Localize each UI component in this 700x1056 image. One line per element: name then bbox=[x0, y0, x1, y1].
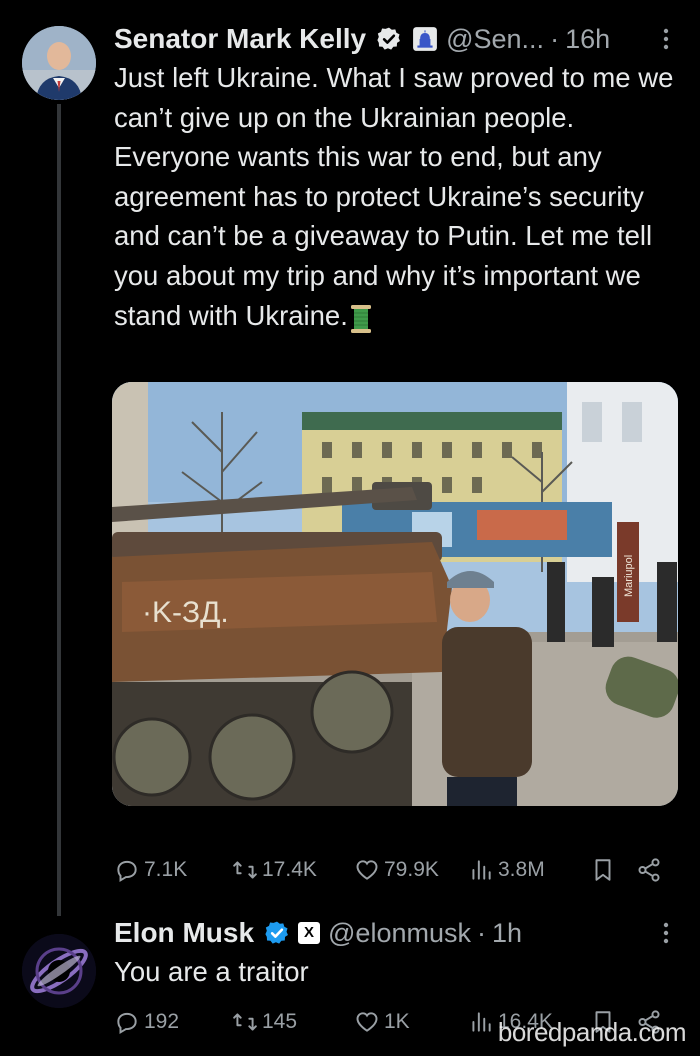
tweet-time[interactable]: 16h bbox=[565, 24, 610, 55]
author-handle[interactable]: @Sen... bbox=[446, 24, 544, 55]
tweet-text: Just left Ukraine. What I saw proved to … bbox=[114, 58, 674, 335]
tweet-header: Senator Mark Kelly @Sen... · 16h bbox=[114, 18, 610, 60]
verified-badge-icon bbox=[265, 921, 288, 944]
avatar-mark-kelly[interactable] bbox=[22, 26, 96, 100]
heart-icon bbox=[356, 1012, 378, 1032]
bookmark-button[interactable] bbox=[590, 850, 620, 890]
reply-button[interactable]: 7.1K bbox=[114, 850, 187, 890]
like-count: 1K bbox=[384, 1010, 410, 1033]
views-chart-icon bbox=[472, 860, 491, 880]
x-affiliate-badge-icon: X bbox=[298, 922, 321, 944]
tweet-text-content: Just left Ukraine. What I saw proved to … bbox=[114, 62, 674, 331]
views-button[interactable]: 3.8M bbox=[468, 850, 545, 890]
repost-icon bbox=[233, 861, 257, 879]
tweet-time[interactable]: 1h bbox=[492, 918, 522, 949]
tweet-mark-kelly[interactable]: Senator Mark Kelly @Sen... · 16h Just le… bbox=[0, 0, 700, 916]
reply-count: 192 bbox=[144, 1010, 180, 1033]
spool-of-thread-icon bbox=[350, 305, 371, 334]
reply-icon bbox=[117, 860, 137, 883]
bookmark-icon bbox=[595, 859, 611, 881]
repost-icon bbox=[233, 1013, 257, 1031]
separator-dot: · bbox=[476, 917, 486, 948]
photo-tank-kyiv: Mariupol ·K-ЗД. bbox=[112, 382, 678, 806]
verified-badge-icon bbox=[377, 27, 401, 50]
separator-dot: · bbox=[550, 23, 560, 54]
tweet-photo[interactable]: Mariupol ·K-ЗД. bbox=[112, 382, 678, 806]
more-options-icon[interactable] bbox=[662, 28, 670, 50]
repost-count: 145 bbox=[262, 1010, 298, 1033]
author-handle[interactable]: @elonmusk bbox=[328, 918, 471, 949]
repost-button[interactable]: 145 bbox=[232, 1002, 297, 1042]
avatar-elon-musk[interactable] bbox=[22, 934, 96, 1008]
tweet-text: You are a traitor bbox=[114, 956, 309, 987]
views-count: 3.8M bbox=[498, 858, 545, 881]
thread-line bbox=[57, 104, 61, 916]
svg-text:·K-ЗД.: ·K-ЗД. bbox=[142, 596, 229, 629]
author-name[interactable]: Senator Mark Kelly bbox=[114, 23, 366, 55]
share-button[interactable] bbox=[636, 850, 666, 890]
share-icon bbox=[638, 858, 660, 882]
tweet-actions: 7.1K 17.4K 79.9K 3.8M bbox=[114, 850, 674, 890]
tweet-header: Elon Musk X @elonmusk · 1h bbox=[114, 912, 522, 954]
government-badge-icon bbox=[413, 27, 438, 51]
like-button[interactable]: 1K bbox=[354, 1002, 410, 1042]
views-chart-icon bbox=[472, 1012, 491, 1032]
watermark: boredpanda.com bbox=[497, 1017, 687, 1047]
reply-button[interactable]: 192 bbox=[114, 1002, 179, 1042]
reply-count: 7.1K bbox=[144, 858, 188, 881]
more-options-icon[interactable] bbox=[662, 922, 670, 944]
like-button[interactable]: 79.9K bbox=[354, 850, 439, 890]
author-name[interactable]: Elon Musk bbox=[114, 917, 254, 949]
mariupol-sign-text: Mariupol bbox=[623, 555, 635, 597]
avatar-black-hole bbox=[22, 934, 96, 1008]
heart-icon bbox=[356, 860, 378, 880]
repost-count: 17.4K bbox=[262, 858, 317, 881]
reply-icon bbox=[117, 1012, 137, 1035]
like-count: 79.9K bbox=[384, 858, 439, 881]
repost-button[interactable]: 17.4K bbox=[232, 850, 317, 890]
avatar-portrait bbox=[22, 26, 96, 100]
